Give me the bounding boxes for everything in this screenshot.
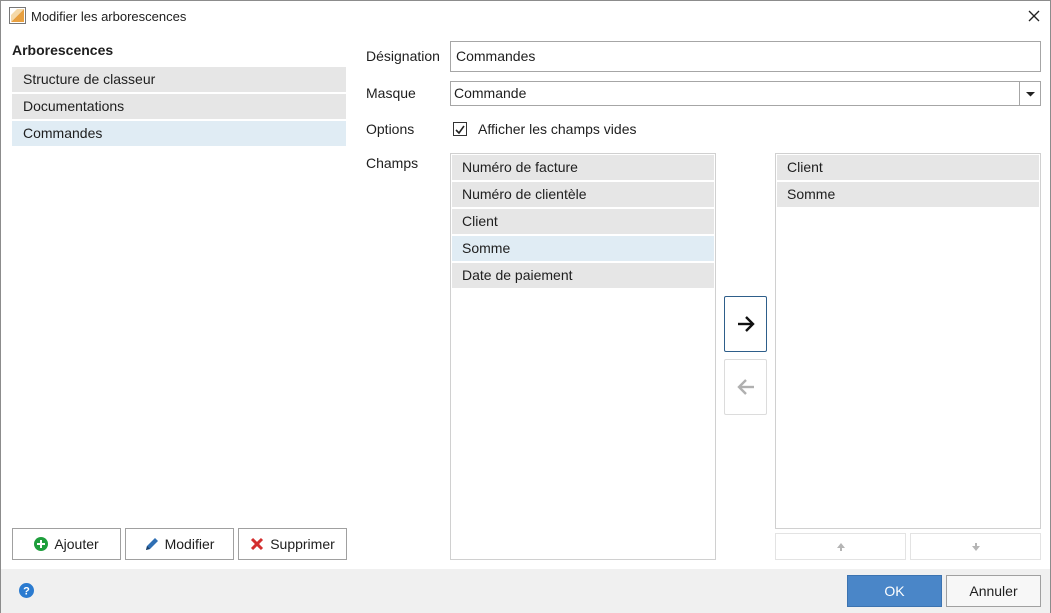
app-icon [9,7,26,24]
tree-item-structure[interactable]: Structure de classeur [12,67,346,92]
checkmark-icon [455,125,465,135]
fields-label: Champs [366,155,419,171]
field-label: Client [787,159,823,175]
close-icon[interactable] [1021,4,1047,28]
pencil-icon [145,538,158,550]
show-empty-fields-checkbox[interactable] [453,122,467,136]
dialog-window: Modifier les arborescences Arborescences… [0,0,1051,613]
delete-button-label: Supprimer [270,536,335,552]
dialog-footer: ? OK Annuler [1,569,1050,613]
tree-item-label: Documentations [23,98,125,114]
remove-field-button[interactable] [724,359,767,415]
trees-title: Arborescences [12,42,114,58]
arrow-down-icon [971,542,980,551]
mask-label: Masque [366,85,416,101]
cancel-button[interactable]: Annuler [946,575,1041,607]
add-button-label: Ajouter [54,536,99,552]
mask-dropdown-button[interactable] [1019,82,1040,105]
list-item[interactable]: Numéro de facture [452,155,714,180]
field-label: Numéro de facture [462,159,578,175]
svg-text:?: ? [23,586,30,598]
delete-x-icon [251,537,264,551]
move-down-button[interactable] [910,533,1041,560]
tree-item-documentations[interactable]: Documentations [12,94,346,119]
edit-button[interactable]: Modifier [125,528,234,560]
mask-select[interactable]: Commande [450,81,1041,106]
arrow-up-icon [836,542,845,551]
chevron-down-icon [1026,92,1035,97]
add-button[interactable]: Ajouter [12,528,121,560]
move-up-button[interactable] [775,533,906,560]
selected-fields-list: Client Somme [775,153,1041,529]
field-label: Somme [462,240,511,256]
list-item[interactable]: Somme [777,182,1039,207]
help-icon[interactable]: ? [19,583,34,598]
ok-button[interactable]: OK [847,575,942,607]
list-item[interactable]: Client [777,155,1039,180]
window-title: Modifier les arborescences [31,9,187,24]
show-empty-fields-label[interactable]: Afficher les champs vides [478,121,636,137]
options-label: Options [366,121,415,137]
field-label: Client [462,213,498,229]
field-label: Numéro de clientèle [462,186,587,202]
designation-input[interactable]: Commandes [450,41,1041,72]
list-item[interactable]: Date de paiement [452,263,714,288]
field-label: Date de paiement [462,267,573,283]
add-field-button[interactable] [724,296,767,352]
designation-label: Désignation [366,48,440,64]
field-label: Somme [787,186,836,202]
tree-list: Structure de classeur Documentations Com… [12,67,346,148]
list-item[interactable]: Somme [452,236,714,261]
edit-button-label: Modifier [164,536,215,552]
tree-item-label: Commandes [23,125,103,141]
title-bar: Modifier les arborescences [1,1,1050,32]
tree-item-commandes[interactable]: Commandes [12,121,346,146]
arrow-left-icon [736,379,754,395]
available-fields-list: Numéro de facture Numéro de clientèle Cl… [450,153,716,560]
mask-select-value: Commande [454,85,527,101]
plus-circle-icon [34,537,49,551]
list-item[interactable]: Client [452,209,714,234]
tree-item-label: Structure de classeur [23,71,156,87]
list-item[interactable]: Numéro de clientèle [452,182,714,207]
arrow-right-icon [737,316,755,332]
delete-button[interactable]: Supprimer [238,528,347,560]
